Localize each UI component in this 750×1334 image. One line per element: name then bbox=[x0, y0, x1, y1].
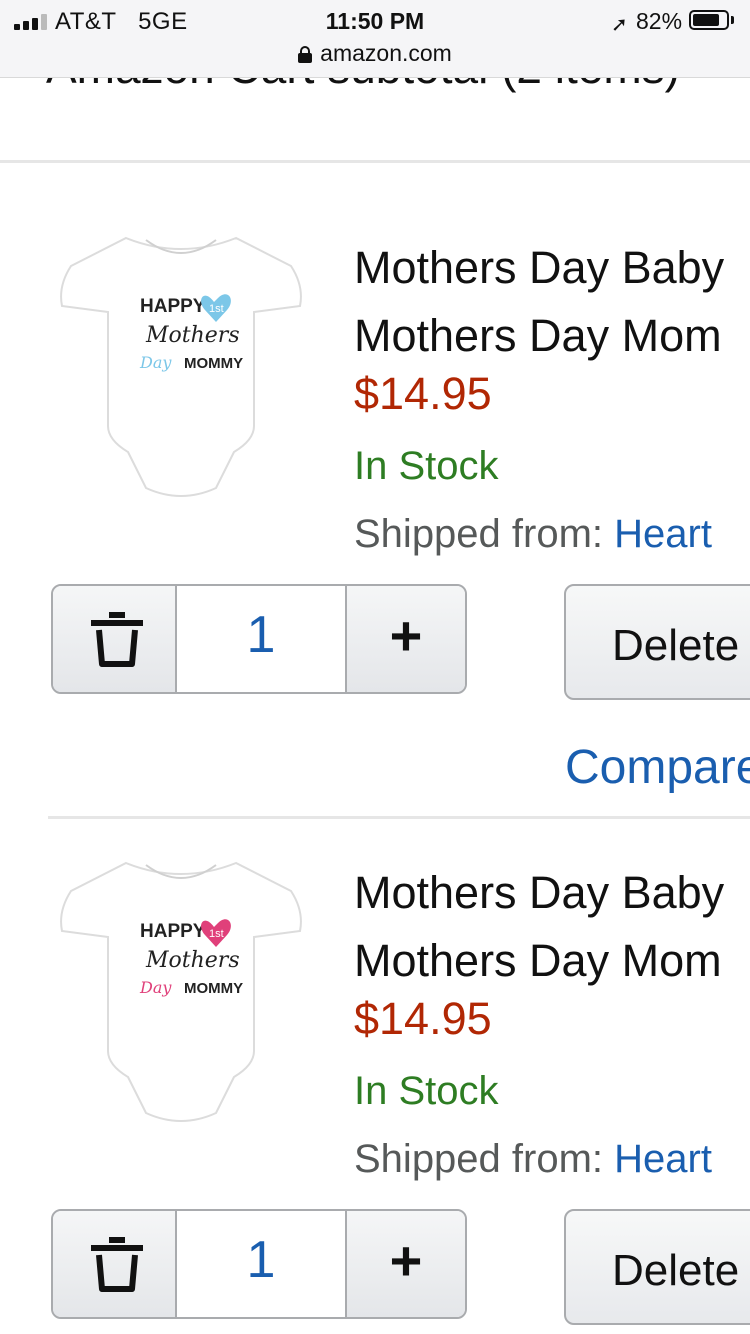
image-text-mothers: Mothers bbox=[145, 323, 240, 348]
product-title-line: Mothers Day Baby bbox=[354, 867, 725, 918]
image-text-day: Day bbox=[139, 353, 172, 372]
section-divider bbox=[0, 160, 750, 163]
product-title-line: Mothers Day Mom bbox=[354, 935, 722, 986]
product-title-line: Mothers Day Mom bbox=[354, 310, 722, 361]
product-title-line: Mothers Day Baby bbox=[354, 242, 725, 293]
image-text-day: Day bbox=[139, 978, 172, 997]
quantity-value[interactable]: 1 bbox=[177, 586, 345, 692]
status-bar: AT&T 5GE 11:50 PM amazon.com ➚ 82% bbox=[0, 0, 750, 78]
address-bar[interactable]: amazon.com bbox=[0, 40, 750, 67]
quantity-stepper: 1 + bbox=[51, 1209, 467, 1319]
battery-icon bbox=[689, 10, 729, 30]
shipped-from: Shipped from: Heart bbox=[354, 512, 712, 557]
delete-button[interactable]: Delete bbox=[564, 584, 750, 700]
image-text-mommy: MOMMY bbox=[184, 355, 243, 372]
quantity-stepper: 1 + bbox=[51, 584, 467, 694]
image-text-happy: HAPPY bbox=[140, 296, 206, 317]
trash-icon bbox=[91, 612, 143, 667]
trash-icon bbox=[91, 1237, 143, 1292]
image-text-badge: 1st bbox=[209, 928, 224, 940]
product-price: $14.95 bbox=[354, 368, 492, 419]
cart-item: HAPPY 1st Mothers Day MOMMY Mothers Day … bbox=[0, 164, 750, 794]
seller-link[interactable]: Heart bbox=[614, 512, 712, 556]
product-title-link[interactable]: Mothers Day Baby Mothers Day Mom bbox=[354, 859, 724, 995]
battery-cap bbox=[731, 16, 734, 24]
image-text-mothers: Mothers bbox=[145, 948, 240, 973]
product-price: $14.95 bbox=[354, 993, 492, 1044]
remove-item-button[interactable] bbox=[53, 1211, 177, 1317]
delete-button[interactable]: Delete bbox=[564, 1209, 750, 1325]
lock-icon bbox=[298, 46, 313, 63]
product-image-onesie[interactable]: HAPPY 1st Mothers Day MOMMY bbox=[56, 226, 306, 506]
product-title-link[interactable]: Mothers Day Baby Mothers Day Mom bbox=[354, 234, 724, 370]
battery-percent: 82% bbox=[636, 8, 683, 34]
stock-status: In Stock bbox=[354, 444, 499, 488]
location-arrow-icon: ➚ bbox=[611, 14, 628, 36]
url-text: amazon.com bbox=[320, 40, 452, 66]
shipped-from-label: Shipped from: bbox=[354, 512, 615, 556]
increase-quantity-button[interactable]: + bbox=[345, 1211, 465, 1317]
cart-item: HAPPY 1st Mothers Day MOMMY Mothers Day … bbox=[0, 789, 750, 1334]
quantity-value[interactable]: 1 bbox=[177, 1211, 345, 1317]
seller-link[interactable]: Heart bbox=[614, 1137, 712, 1181]
image-text-mommy: MOMMY bbox=[184, 980, 243, 997]
image-text-badge: 1st bbox=[209, 303, 224, 315]
image-text-happy: HAPPY bbox=[140, 921, 206, 942]
shipped-from: Shipped from: Heart bbox=[354, 1137, 712, 1182]
stock-status: In Stock bbox=[354, 1069, 499, 1113]
increase-quantity-button[interactable]: + bbox=[345, 586, 465, 692]
compare-link[interactable]: Compare bbox=[565, 740, 750, 795]
remove-item-button[interactable] bbox=[53, 586, 177, 692]
product-image-onesie[interactable]: HAPPY 1st Mothers Day MOMMY bbox=[56, 851, 306, 1131]
shipped-from-label: Shipped from: bbox=[354, 1137, 615, 1181]
